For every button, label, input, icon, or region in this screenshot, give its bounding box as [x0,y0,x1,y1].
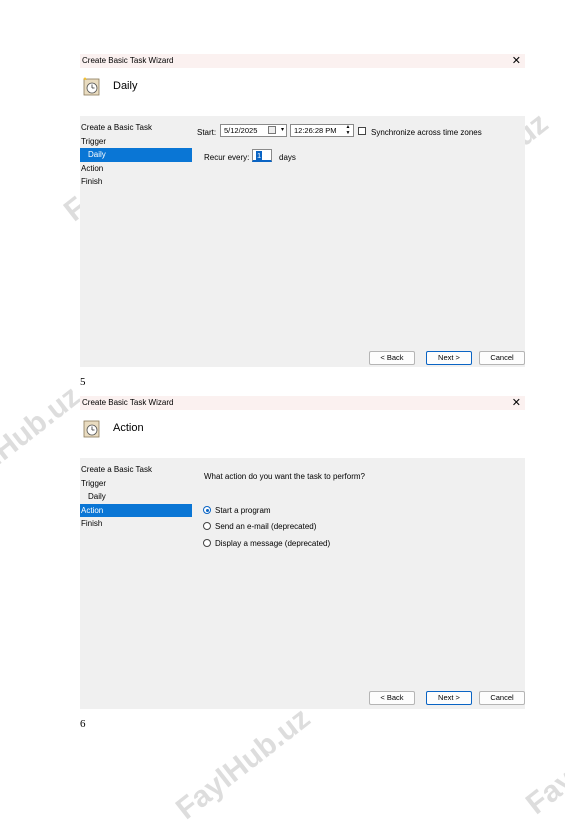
cancel-button[interactable]: Cancel [479,691,525,705]
watermark: FaylHub.uz [170,701,317,827]
create-basic-task-wizard-action: Create Basic Task Wizard ✕ Action Create… [80,396,525,709]
page-number: 5 [80,376,86,388]
display-message-label: Display a message (deprecated) [215,539,331,548]
start-time-field[interactable]: 12:26:28 PM ▲ ▼ [290,124,354,137]
nav-item-finish[interactable]: Finish [80,517,192,531]
page-number: 6 [80,718,86,730]
create-basic-task-wizard-daily: Create Basic Task Wizard ✕ Daily Create … [80,54,525,367]
task-scheduler-icon [83,77,100,96]
nav-item-trigger[interactable]: Trigger [80,135,192,149]
nav-item-action[interactable]: Action [80,162,192,176]
next-button[interactable]: Next > [426,351,472,365]
start-program-label: Start a program [215,506,271,515]
recur-every-value: 1 [256,151,263,160]
nav-item-trigger[interactable]: Trigger [80,477,192,491]
watermark: FaylHub.uz [520,696,565,822]
sync-time-zones-checkbox[interactable] [358,127,366,135]
start-date-value: 5/12/2025 [224,126,258,135]
nav-item-create-basic-task[interactable]: Create a Basic Task [80,463,192,477]
send-email-label: Send an e-mail (deprecated) [215,522,317,531]
next-button[interactable]: Next > [426,691,472,705]
start-program-radio[interactable] [203,506,211,514]
sync-time-zones-label: Synchronize across time zones [371,128,482,137]
wizard-content: What action do you want the task to perf… [195,463,523,673]
nav-item-create-basic-task[interactable]: Create a Basic Task [80,121,192,135]
start-date-picker[interactable]: 5/12/2025 ▾ [220,124,287,137]
watermark: FaylHub.uz [0,379,87,505]
close-icon[interactable]: ✕ [512,54,521,68]
page-title: Daily [113,80,138,92]
wizard-nav: Create a Basic Task Trigger Daily Action… [80,463,192,531]
nav-item-daily[interactable]: Daily [80,148,192,162]
wizard-content: Start: 5/12/2025 ▾ 12:26:28 PM ▲ ▼ Synchr… [195,121,523,331]
back-button[interactable]: < Back [369,691,415,705]
chevron-down-icon[interactable]: ▾ [281,125,284,136]
title-bar: Create Basic Task Wizard ✕ [80,396,525,410]
nav-item-daily[interactable]: Daily [80,490,192,504]
recur-unit-label: days [279,153,296,162]
window-title: Create Basic Task Wizard [82,56,174,65]
wizard-header: Action [80,410,525,458]
task-scheduler-icon [83,420,100,438]
start-time-value: 12:26:28 PM [294,126,337,135]
nav-item-action[interactable]: Action [80,503,192,518]
recur-every-label: Recur every: [204,153,250,162]
action-question: What action do you want the task to perf… [204,472,365,481]
time-spinner-icon[interactable]: ▲ ▼ [344,124,352,137]
wizard-nav: Create a Basic Task Trigger Daily Action… [80,121,192,189]
wizard-header: Daily [80,68,525,116]
calendar-icon[interactable] [268,126,276,134]
title-bar: Create Basic Task Wizard ✕ [80,54,525,68]
cancel-button[interactable]: Cancel [479,351,525,365]
recur-every-input[interactable]: 1 [252,149,272,162]
nav-item-finish[interactable]: Finish [80,175,192,189]
page-title: Action [113,422,144,434]
close-icon[interactable]: ✕ [512,396,521,410]
window-title: Create Basic Task Wizard [82,398,174,407]
display-message-radio[interactable] [203,539,211,547]
send-email-radio[interactable] [203,522,211,530]
back-button[interactable]: < Back [369,351,415,365]
start-label: Start: [197,128,217,137]
